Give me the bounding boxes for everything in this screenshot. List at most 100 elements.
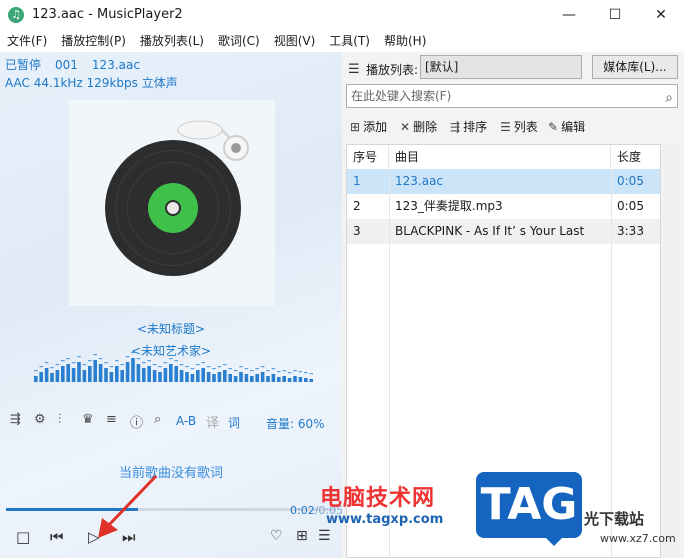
list-label: 列表 <box>513 120 538 134</box>
row-track: BLACKPINK - As If It’ s Your Last <box>395 224 585 238</box>
table-row[interactable]: 2 123_伴奏提取.mp3 0:05 <box>347 194 660 219</box>
search-placeholder: 在此处键入搜索(F) <box>351 89 452 103</box>
ab-repeat-button[interactable]: A-B <box>176 414 196 428</box>
current-file: 123.aac <box>91 58 140 72</box>
play-state: 已暂停 <box>5 58 42 72</box>
menu-view[interactable]: 视图(V) <box>267 30 323 52</box>
spectrum-peak <box>34 370 38 372</box>
lyric-translate-icon[interactable]: 译 <box>206 412 219 431</box>
spectrum-peak <box>44 362 49 364</box>
spectrum-bar <box>44 368 49 382</box>
heart-icon[interactable]: ♡ <box>270 528 283 544</box>
spectrum-peak <box>77 356 81 358</box>
maximize-button[interactable]: ☐ <box>592 0 638 30</box>
spectrum-bar <box>152 370 157 382</box>
watermark-download-url: www.xz7.com <box>600 532 676 545</box>
spectrum-peak <box>228 368 232 370</box>
table-row[interactable]: 3 BLACKPINK - As If It’ s Your Last 3:33 <box>347 219 660 244</box>
time-current: 0:02 <box>290 504 315 517</box>
spectrum-bar <box>55 370 60 382</box>
skin-icon[interactable]: ♛ <box>82 412 94 427</box>
playlist-scrollbar[interactable] <box>663 144 680 558</box>
spectrum-bar <box>174 366 178 382</box>
equalizer-icon[interactable]: ⫶ <box>58 412 61 427</box>
edit-button[interactable]: ✎ 编辑 <box>548 118 585 135</box>
spectrum-peak <box>217 366 222 368</box>
spectrum-peak <box>185 366 189 368</box>
menu-lyrics[interactable]: 歌词(C) <box>211 30 267 52</box>
spectrum-peak <box>39 366 43 368</box>
spectrum-bar <box>239 372 243 382</box>
add-button[interactable]: ⊞ 添加 <box>350 118 387 135</box>
spectrum-bar <box>179 370 184 382</box>
music-note-icon: ♫ <box>8 7 24 23</box>
playlist-name-field[interactable]: [默认] <box>420 55 582 79</box>
watermark-site-url: www.tagxp.com <box>326 512 444 527</box>
spectrum-peak <box>201 362 205 364</box>
spectrum-bar <box>309 379 313 382</box>
media-library-button[interactable]: 媒体库(L)... <box>592 55 678 79</box>
playlist-label: 播放列表: <box>366 63 419 77</box>
info-icon[interactable]: ⓘ <box>130 412 143 431</box>
desktop-lyric-button[interactable]: 词 <box>228 414 240 431</box>
spectrum-bar <box>147 366 151 382</box>
table-row[interactable]: 1 123.aac 0:05 <box>347 169 660 194</box>
search-input[interactable]: 在此处键入搜索(F) ⌕ <box>346 84 678 108</box>
minimize-button[interactable]: — <box>546 0 592 30</box>
spectrum-peak <box>88 360 92 362</box>
spectrum-peak <box>142 362 146 364</box>
menu-playback[interactable]: 播放控制(P) <box>54 30 133 52</box>
spectrum-peak <box>158 366 162 368</box>
playlist-icon[interactable]: ☰ <box>318 528 331 544</box>
watermark-site-name: 电脑技术网 <box>320 486 436 511</box>
delete-button[interactable]: ✕ 删除 <box>400 118 437 135</box>
spectrum-peak <box>131 352 135 354</box>
menu-tools[interactable]: 工具(T) <box>322 30 377 52</box>
spectrum-bar <box>61 366 65 382</box>
edit-label: 编辑 <box>561 120 586 134</box>
column-header-number[interactable]: 序号 <box>347 145 389 169</box>
close-button[interactable]: ✕ <box>638 0 684 30</box>
spectrum-bar <box>298 377 303 382</box>
spectrum-bar <box>71 368 76 382</box>
spectrum-peak <box>109 366 114 368</box>
column-header-length[interactable]: 长度 <box>611 145 660 169</box>
menu-help[interactable]: 帮助(H) <box>377 30 433 52</box>
playlist-toggle-icon[interactable]: ⇶ <box>10 412 21 427</box>
spectrum-bar <box>142 368 146 382</box>
spectrum-bar <box>277 377 281 382</box>
spectrum-bar <box>34 376 38 382</box>
spectrum-peak <box>260 366 265 368</box>
list-button[interactable]: ☰ 列表 <box>500 118 538 135</box>
menu-icon[interactable]: ≡ <box>106 412 117 427</box>
row-length: 0:05 <box>617 174 644 188</box>
spectrum-peak <box>136 358 141 360</box>
menu-playlist[interactable]: 播放列表(L) <box>133 30 211 52</box>
spectrum-bar <box>287 378 292 382</box>
sort-button[interactable]: ⇶ 排序 <box>450 118 487 135</box>
sort-icon: ⇶ <box>450 120 461 134</box>
spectrum-peak <box>266 370 270 372</box>
search-icon[interactable]: ⌕ <box>665 87 673 109</box>
spectrum-peak <box>147 360 151 362</box>
spectrum-visualizer <box>34 352 313 382</box>
spectrum-bar <box>233 376 238 382</box>
spectrum-peak <box>71 362 76 364</box>
spectrum-bar <box>250 376 254 382</box>
volume-label[interactable]: 音量: 60% <box>266 415 325 432</box>
spectrum-bar <box>39 372 43 382</box>
column-header-track[interactable]: 曲目 <box>389 145 611 169</box>
stop-icon[interactable]: □ <box>16 528 30 546</box>
menu-file[interactable]: 文件(F) <box>0 30 54 52</box>
spectrum-peak <box>61 360 65 362</box>
pencil-icon: ✎ <box>548 120 559 134</box>
spectrum-bar <box>304 378 308 382</box>
spectrum-peak <box>277 371 281 373</box>
search-icon[interactable]: ⌕ <box>154 412 161 427</box>
spectrum-bar <box>212 374 216 382</box>
spectrum-bar <box>271 374 276 382</box>
gear-icon[interactable]: ⚙ <box>34 412 46 427</box>
previous-icon[interactable]: ⏮ <box>50 528 64 546</box>
spectrum-bar <box>266 376 270 382</box>
grid-icon[interactable]: ⊞ <box>296 528 308 544</box>
